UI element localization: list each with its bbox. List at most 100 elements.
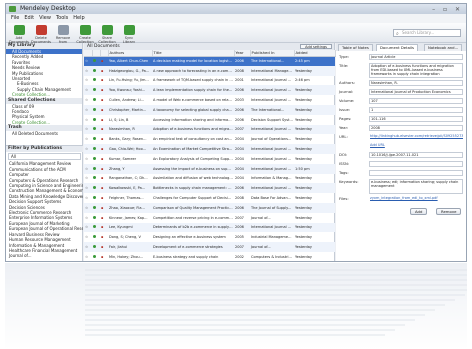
unread-dot-icon[interactable] <box>92 193 100 203</box>
unread-dot-icon[interactable] <box>92 183 100 194</box>
favorite-star-icon[interactable]: ☆ <box>84 65 92 76</box>
favorite-star-icon[interactable]: ☆ <box>84 232 92 242</box>
detail-field-value[interactable]: zyxm_integration_from_edi_to_xml.pdf <box>369 196 463 202</box>
detail-field-value[interactable]: Adoption of e-business functions and mig… <box>369 63 463 78</box>
unread-dot-icon[interactable] <box>92 252 100 261</box>
unread-dot-icon[interactable] <box>92 163 100 174</box>
filter-item[interactable]: European Journal of Operational Research <box>6 226 83 231</box>
detail-field-value[interactable]: Journal Article <box>369 54 463 60</box>
menu-item[interactable]: File <box>11 15 19 21</box>
table-row[interactable]: ☆ ▪ Li, S; Lin, B Accessing information sha… <box>84 115 335 125</box>
table-row[interactable]: ☆ ▪ Lin, Fu-Hsing; Yu, Jim... A framework o… <box>84 76 335 86</box>
detail-field-value[interactable] <box>369 161 463 167</box>
favorite-star-icon[interactable]: ☆ <box>84 124 92 135</box>
favorite-star-icon[interactable]: ☆ <box>84 104 92 115</box>
detail-field-value[interactable]: e-business; edi; information sharing; su… <box>369 179 463 194</box>
menu-item[interactable]: Edit <box>24 15 34 21</box>
unread-dot-icon[interactable] <box>92 85 100 96</box>
detail-field-value[interactable]: 10.1016/j.ijpe.2007.11.021 <box>369 152 463 158</box>
detail-field-value[interactable]: Narasimhan, R. <box>369 80 463 86</box>
table-row[interactable]: ☆ ▪ Cullen, Andrew; Li... A model of Web e-… <box>84 95 335 105</box>
unread-dot-icon[interactable] <box>92 104 100 115</box>
favorite-star-icon[interactable]: ☆ <box>84 144 92 154</box>
favorite-star-icon[interactable]: ☆ <box>84 134 92 144</box>
favorite-star-icon[interactable]: ☆ <box>84 222 92 233</box>
table-row[interactable]: ☆ ▪ Narasimhan, R Adoption of e-business fu… <box>84 124 335 135</box>
unread-dot-icon[interactable] <box>92 202 100 213</box>
favorite-star-icon[interactable]: ☆ <box>84 213 92 223</box>
favorite-star-icon[interactable]: ☆ <box>84 85 92 96</box>
toolbar-button[interactable]: Remove from Folder <box>53 25 73 48</box>
favorite-star-icon[interactable]: ☆ <box>84 193 92 203</box>
table-row[interactable]: ☆ ▪ Yoo, Kwonsu; Yoshi... A lean implementa… <box>84 85 335 96</box>
table-row[interactable]: ☆ ▪ Kumar, Sameer An Exploratory Analysis o… <box>84 154 335 164</box>
favorite-star-icon[interactable]: ☆ <box>84 76 92 86</box>
details-add-button[interactable]: Add <box>410 208 428 215</box>
menu-item[interactable]: Help <box>73 15 84 21</box>
favorite-star-icon[interactable]: ☆ <box>84 115 92 125</box>
detail-field-value[interactable]: Add URL <box>369 143 463 149</box>
unread-dot-icon[interactable] <box>92 124 100 135</box>
unread-dot-icon[interactable] <box>92 56 100 66</box>
table-row[interactable]: ☆ ▪ Fair, Jiahui Development of e-commerce … <box>84 242 335 252</box>
table-row[interactable]: ☆ ▪ Kowalkowski, E, Pa... Bottlenecks in su… <box>84 183 335 194</box>
menu-item[interactable]: View <box>39 15 51 21</box>
table-row[interactable]: ☆ ▪ Banks, Gary; Rosen... An empirical test… <box>84 134 335 144</box>
toolbar-button[interactable]: Share Collection <box>97 25 117 44</box>
favorite-star-icon[interactable]: ☆ <box>84 95 92 105</box>
favorite-star-icon[interactable]: ☆ <box>84 154 92 164</box>
unread-dot-icon[interactable] <box>92 115 100 125</box>
unread-dot-icon[interactable] <box>92 144 100 154</box>
add-settings-button[interactable]: Add settings <box>300 44 332 49</box>
detail-field-value[interactable]: 1 <box>369 107 463 113</box>
menu-item[interactable]: Tools <box>56 15 68 21</box>
unread-dot-icon[interactable] <box>92 213 100 223</box>
detail-field-value[interactable]: International Journal of Production Econ… <box>369 89 463 95</box>
unread-dot-icon[interactable] <box>92 65 100 76</box>
details-tab[interactable]: Document Details <box>376 44 419 51</box>
favorite-star-icon[interactable]: ☆ <box>84 163 92 174</box>
toolbar-button[interactable]: Delete Documents <box>31 25 51 44</box>
filter-item[interactable]: Journal of... <box>6 253 83 258</box>
detail-field-value[interactable]: 107 <box>369 98 463 104</box>
unread-dot-icon[interactable] <box>92 242 100 252</box>
toolbar-button[interactable]: Create Collection <box>75 25 95 44</box>
detail-field-value[interactable] <box>369 170 463 176</box>
table-row[interactable]: ☆ ▪ Kinnear, James; Kap... Competition and … <box>84 213 335 223</box>
table-row[interactable]: ☆ ▪ Zhang, Y Assessing the impact of e-busi… <box>84 163 335 174</box>
table-row[interactable]: ☆ ▪ Yao, Albert Chun-Chen A decision making… <box>84 56 335 66</box>
table-row[interactable]: ☆ ▪ Feighner, Thomas... Challenges for Comp… <box>84 193 335 203</box>
details-remove-button[interactable]: Remove <box>436 208 462 215</box>
favorite-star-icon[interactable]: ☆ <box>84 174 92 184</box>
search-input[interactable]: ⌕ Search Library... <box>393 29 461 37</box>
unread-dot-icon[interactable] <box>92 76 100 86</box>
details-tab[interactable]: Table of Notes <box>338 44 373 51</box>
toolbar-button[interactable]: Sync Library <box>119 25 139 44</box>
table-row[interactable]: ☆ ▪ Ranganathan, C; Dh... Assimilation and … <box>84 174 335 184</box>
table-row[interactable]: ☆ ▪ Zhao, Xiaoxue; Fla... Comparison of Qua… <box>84 202 335 213</box>
details-tab[interactable]: Notebook and... <box>424 44 463 51</box>
unread-dot-icon[interactable] <box>92 134 100 144</box>
unread-dot-icon[interactable] <box>92 222 100 233</box>
unread-dot-icon[interactable] <box>92 232 100 242</box>
sidebar-item[interactable]: All Deleted Documents <box>6 131 82 136</box>
favorite-star-icon[interactable]: ☆ <box>84 252 92 261</box>
table-row[interactable]: ☆ ▪ Hatzigeorgiou, G., Pa... A new approach… <box>84 65 335 76</box>
favorite-star-icon[interactable]: ☆ <box>84 183 92 194</box>
detail-field-value[interactable]: 101-116 <box>369 116 463 122</box>
toolbar-button[interactable]: Add Documents <box>9 25 29 44</box>
detail-field-value[interactable]: 2008 <box>369 125 463 131</box>
favorite-star-icon[interactable]: ☆ <box>84 242 92 252</box>
detail-field-value[interactable]: http://linkinghub.elsevier.com/retrieve/… <box>369 134 463 140</box>
unread-dot-icon[interactable] <box>92 174 100 184</box>
table-row[interactable]: ☆ ▪ Gao, Chia-Wei; Hoo... An Examination of… <box>84 144 335 154</box>
favorite-star-icon[interactable]: ☆ <box>84 56 92 66</box>
table-row[interactable]: ☆ ▪ Lee, Kyungmi Determinants of b2b e-comm… <box>84 222 335 233</box>
favorite-star-icon[interactable]: ☆ <box>84 202 92 213</box>
unread-dot-icon[interactable] <box>92 154 100 164</box>
unread-dot-icon[interactable] <box>92 95 100 105</box>
table-row[interactable]: ☆ ▪ Min, Hokey; Zhou... E-business strategy… <box>84 252 335 261</box>
filter-select[interactable]: All <box>8 153 81 161</box>
table-row[interactable]: ☆ ▪ Dong, S; Cheng, V Designing an effectiv… <box>84 232 335 242</box>
table-row[interactable]: ☆ ▪ Christopher, Martin... A taxonomy for s… <box>84 104 335 115</box>
